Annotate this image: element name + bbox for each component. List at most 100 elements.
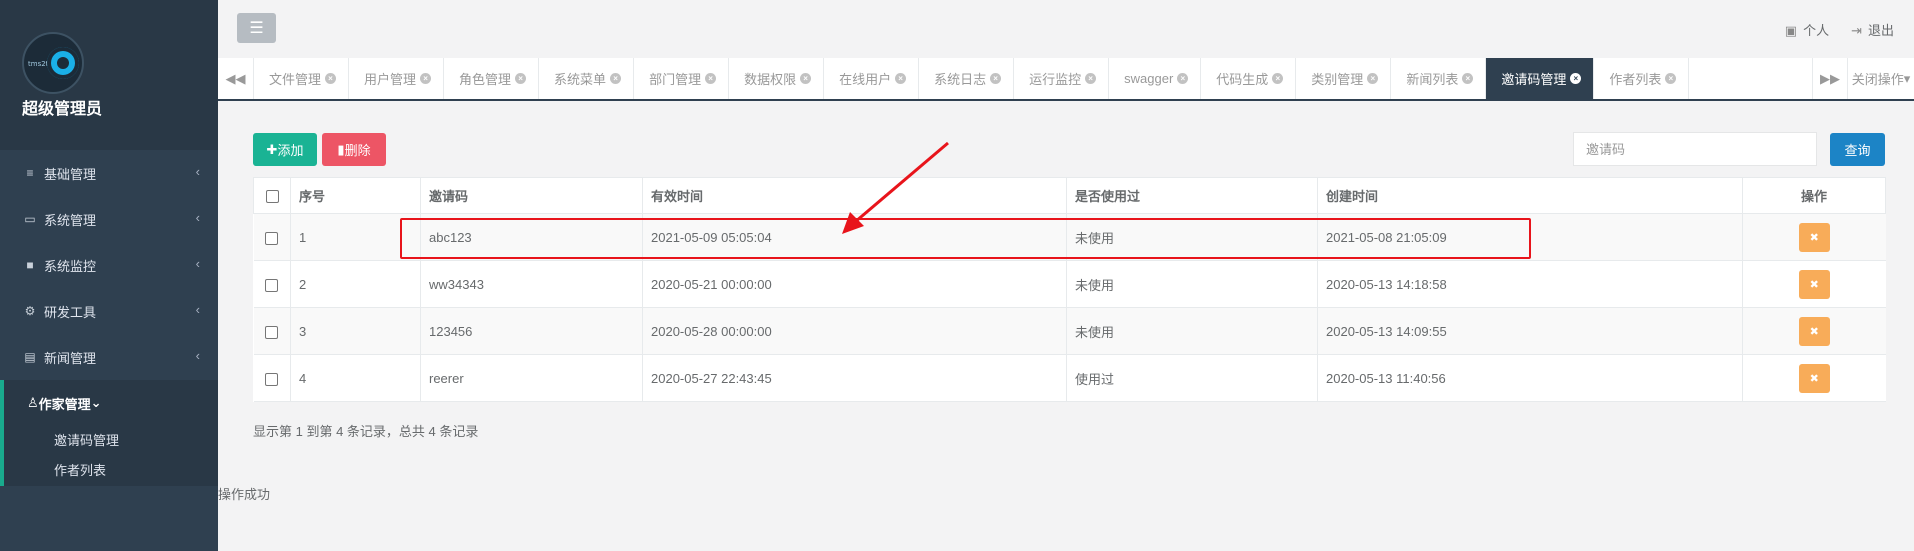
- close-icon[interactable]: ×: [1367, 73, 1379, 84]
- cell-valid-time: 2020-05-21 00:00:00: [642, 260, 1067, 308]
- tab-department-management[interactable]: 部门管理 ×: [634, 58, 730, 99]
- row-checkbox[interactable]: [265, 372, 279, 386]
- tab-label: 系统菜单: [554, 72, 607, 87]
- invite-code-search-input[interactable]: [1573, 132, 1817, 166]
- tab-swagger[interactable]: swagger ×: [1109, 58, 1202, 99]
- user-icon: ♙: [27, 395, 39, 410]
- row-checkbox[interactable]: [265, 231, 279, 245]
- close-icon[interactable]: ×: [1272, 73, 1284, 84]
- sidebar-item-label: 系统监控: [44, 258, 97, 274]
- tab-user-management[interactable]: 用户管理 ×: [349, 58, 445, 99]
- sidebar-item-label: 研发工具: [44, 304, 97, 320]
- tab-author-list[interactable]: 作者列表 ×: [1594, 58, 1690, 99]
- cell-actions: ✖: [1742, 307, 1886, 355]
- chevron-left-icon: ‹: [195, 210, 200, 225]
- close-operations-dropdown[interactable]: 关闭操作 ▾: [1848, 58, 1914, 99]
- close-icon[interactable]: ×: [1462, 73, 1474, 84]
- close-icon[interactable]: ×: [1665, 73, 1677, 84]
- sidebar-item-monitor[interactable]: ■ 系统监控 ‹: [0, 242, 218, 288]
- sign-out-icon: ⇥: [1851, 23, 1862, 38]
- sidebar-menu: ≡ 基础管理 ‹ ▭ 系统管理 ‹ ■ 系统监控 ‹ ⚙ 研发工具 ‹ ▤ 新闻…: [0, 150, 218, 486]
- annotation-highlight-box: [400, 218, 1531, 259]
- tab-label: 用户管理: [364, 72, 417, 87]
- row-delete-button[interactable]: ✖: [1798, 222, 1830, 252]
- add-button[interactable]: ✚ 添加: [253, 133, 317, 166]
- select-all-checkbox[interactable]: [265, 190, 279, 204]
- sidebar-item-devtools[interactable]: ⚙ 研发工具 ‹: [0, 288, 218, 334]
- tab-code-generation[interactable]: 代码生成 ×: [1201, 58, 1297, 99]
- sidebar-item-basic[interactable]: ≡ 基础管理 ‹: [0, 150, 218, 196]
- delete-button[interactable]: ▮ 删除: [322, 133, 386, 166]
- tab-news-list[interactable]: 新闻列表 ×: [1391, 58, 1487, 99]
- close-icon[interactable]: ×: [1570, 73, 1582, 84]
- column-header-code[interactable]: 邀请码: [420, 177, 643, 214]
- chevron-left-icon: ‹: [195, 164, 200, 179]
- close-icon[interactable]: ×: [610, 73, 622, 84]
- tab-online-users[interactable]: 在线用户 ×: [824, 58, 920, 99]
- table-header-row: 序号 邀请码 有效时间 是否使用过 创建时间 操作: [253, 177, 1886, 214]
- close-icon[interactable]: ×: [420, 73, 432, 84]
- tabs-scroll-right-button[interactable]: ▶▶: [1812, 58, 1848, 99]
- cell-actions: ✖: [1742, 213, 1886, 261]
- close-icon[interactable]: ×: [325, 73, 337, 84]
- close-icon[interactable]: ×: [990, 73, 1002, 84]
- tab-category-management[interactable]: 类别管理 ×: [1296, 58, 1392, 99]
- bars-icon: ≡: [26, 166, 34, 180]
- row-delete-button[interactable]: ✖: [1798, 363, 1830, 393]
- cog-icon: ⚙: [24, 304, 36, 318]
- plus-icon: ✚: [266, 141, 278, 157]
- row-delete-button[interactable]: ✖: [1798, 316, 1830, 346]
- sidebar-item-label: 作家管理: [38, 396, 91, 412]
- column-header-used[interactable]: 是否使用过: [1066, 177, 1318, 214]
- menu-toggle-button[interactable]: ☰: [237, 13, 276, 43]
- desktop-icon: ▭: [24, 212, 36, 226]
- close-icon: ✖: [1809, 278, 1819, 291]
- tab-file-management[interactable]: 文件管理 ×: [254, 58, 350, 99]
- tab-role-management[interactable]: 角色管理 ×: [444, 58, 540, 99]
- tabs-scroll-left-button[interactable]: ◀◀: [218, 58, 254, 99]
- row-checkbox[interactable]: [265, 278, 279, 292]
- close-icon[interactable]: ×: [800, 73, 812, 84]
- tab-label: 邀请码管理: [1501, 72, 1567, 87]
- query-button[interactable]: 查询: [1830, 133, 1885, 166]
- tab-data-permissions[interactable]: 数据权限 ×: [729, 58, 825, 99]
- cell-code: ww34343: [420, 260, 643, 308]
- row-checkbox[interactable]: [265, 325, 279, 339]
- sidebar-item-news[interactable]: ▤ 新闻管理 ‹: [0, 334, 218, 380]
- profile-panel: tms2tb 超级管理员: [0, 0, 218, 150]
- sidebar-subitem-authors[interactable]: 作者列表: [4, 456, 218, 486]
- tab-label: 系统日志: [934, 72, 987, 87]
- personal-link[interactable]: ▣ 个人: [1785, 20, 1829, 39]
- tab-runtime-monitor[interactable]: 运行监控 ×: [1014, 58, 1110, 99]
- main-content: ✚添加 ▮删除 查询 序号 邀请码 有效时间 是否使用过 创建时间 操作 1 a…: [218, 103, 1914, 551]
- row-delete-button[interactable]: ✖: [1798, 269, 1830, 299]
- sidebar-item-writers-header[interactable]: ♙ 作家管理 ⌄: [4, 380, 218, 426]
- column-header-valid-time[interactable]: 有效时间: [642, 177, 1067, 214]
- tab-system-menu[interactable]: 系统菜单 ×: [539, 58, 635, 99]
- column-header-index[interactable]: 序号: [290, 177, 421, 214]
- caret-down-icon: ▾: [1903, 70, 1911, 86]
- column-header-created[interactable]: 创建时间: [1317, 177, 1743, 214]
- user-name[interactable]: 超级管理员: [22, 95, 102, 119]
- forward-icon: ▶▶: [1820, 70, 1840, 86]
- trash-icon: ▮: [337, 141, 345, 157]
- logout-link[interactable]: ⇥ 退出: [1851, 20, 1894, 39]
- close-icon[interactable]: ×: [705, 73, 717, 84]
- close-icon[interactable]: ×: [895, 73, 907, 84]
- cell-valid-time: 2020-05-28 00:00:00: [642, 307, 1067, 355]
- tab-system-log[interactable]: 系统日志 ×: [919, 58, 1015, 99]
- row-select-cell: [253, 307, 291, 355]
- cell-code: reerer: [420, 354, 643, 402]
- sidebar-item-system[interactable]: ▭ 系统管理 ‹: [0, 196, 218, 242]
- backward-icon: ◀◀: [225, 70, 246, 86]
- tab-invite-code-management[interactable]: 邀请码管理 ×: [1486, 58, 1595, 99]
- chevron-left-icon: ‹: [195, 302, 200, 317]
- close-icon[interactable]: ×: [1177, 73, 1189, 84]
- close-icon[interactable]: ×: [1085, 73, 1097, 84]
- row-select-cell: [253, 213, 291, 261]
- sidebar: tms2tb 超级管理员 ≡ 基础管理 ‹ ▭ 系统管理 ‹ ■ 系统监控 ‹ …: [0, 0, 218, 551]
- sidebar-subitem-invite-codes[interactable]: 邀请码管理: [4, 426, 218, 456]
- close-icon[interactable]: ×: [515, 73, 527, 84]
- tab-label: 角色管理: [459, 72, 512, 87]
- avatar[interactable]: tms2tb: [22, 32, 84, 94]
